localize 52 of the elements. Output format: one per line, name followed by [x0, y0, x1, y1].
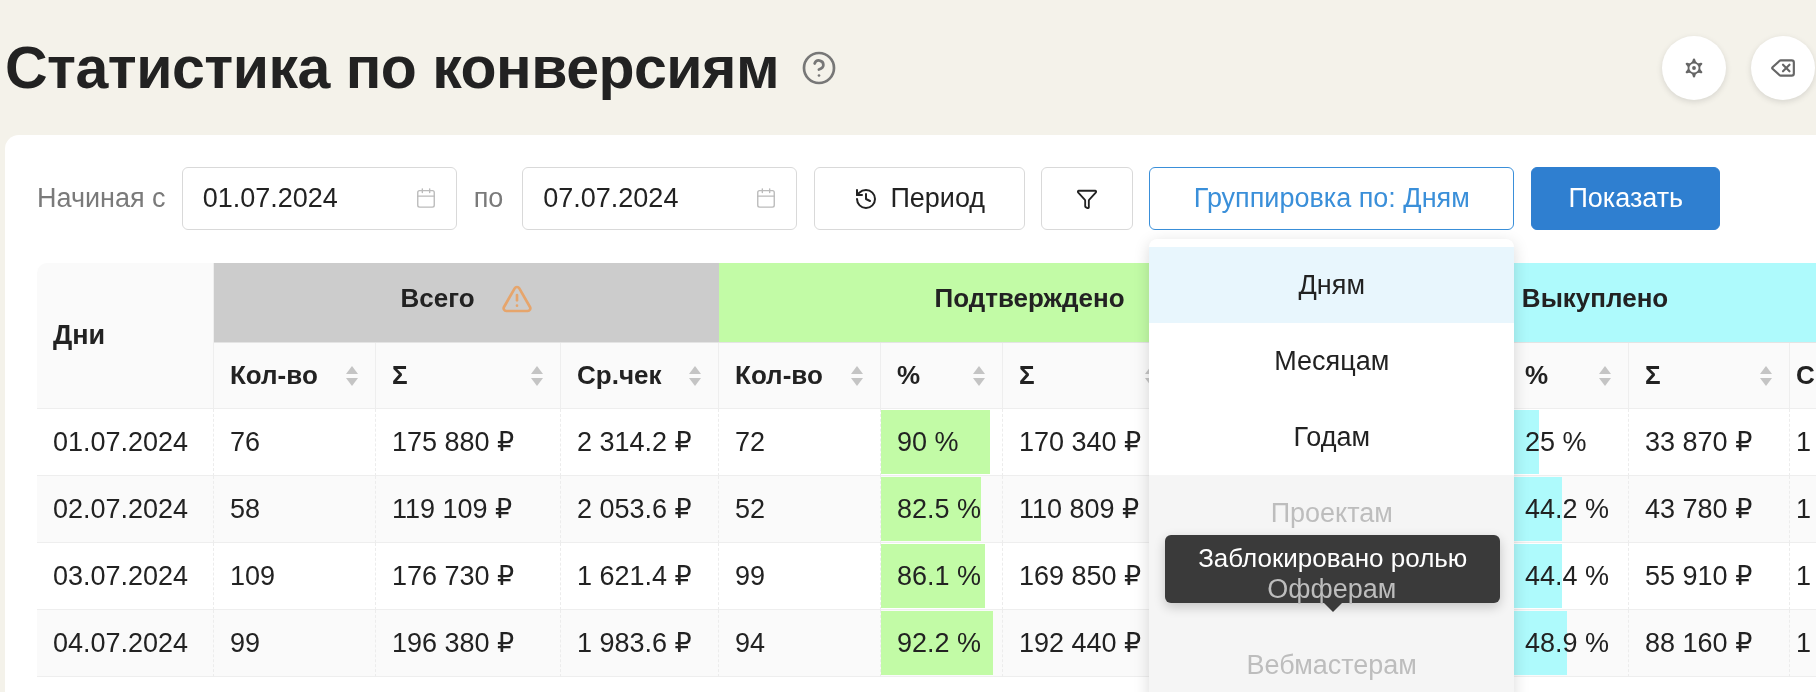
table-cell: 1 983.6 ₽	[561, 610, 719, 677]
column-label: %	[1525, 360, 1549, 391]
start-date-field[interactable]: 01.07.2024	[181, 167, 457, 230]
group-label: Подтверждено	[934, 283, 1125, 314]
column-label: Σ	[1645, 360, 1661, 391]
filter-button[interactable]	[1041, 167, 1134, 230]
column-header: Дни	[37, 263, 214, 409]
group-label: Всего	[400, 283, 475, 314]
menu-item[interactable]: Месяцам	[1274, 345, 1390, 377]
table-cell: 88 160 ₽	[1629, 610, 1791, 677]
start-date-label: Начиная с	[37, 183, 166, 214]
percent-value: 44.4 %	[1525, 560, 1610, 591]
column-label: Σ	[392, 360, 408, 391]
column-label: %	[897, 360, 921, 391]
group-label: Выкуплено	[1521, 283, 1669, 314]
column-label: С	[1796, 360, 1815, 391]
header-cell[interactable]: Σ	[376, 343, 561, 409]
header-cell[interactable]: Σ	[1629, 343, 1791, 409]
table-cell: 196 380 ₽	[376, 610, 561, 677]
page-title: Статистика по конверсиям	[5, 33, 780, 102]
percent-value: 90 %	[897, 426, 959, 457]
column-label: Кол-во	[230, 360, 318, 391]
percent-value: 48.9 %	[1525, 627, 1610, 658]
column-label: Ср.чек	[577, 360, 662, 391]
show-button[interactable]: Показать	[1531, 167, 1721, 230]
header-cell[interactable]: Ср.чек	[561, 343, 719, 409]
menu-item[interactable]: Дням	[1298, 269, 1365, 301]
clear-button[interactable]	[1751, 35, 1815, 100]
header-cell[interactable]: %	[881, 343, 1003, 409]
percent-value: 82.5 %	[897, 493, 982, 524]
percent-value: 25 %	[1525, 426, 1587, 457]
filter-icon	[1076, 187, 1099, 210]
column-label: Σ	[1019, 360, 1035, 391]
header-cell[interactable]: Кол-во	[214, 343, 376, 409]
table-cell: 04.07.2024	[37, 610, 214, 677]
percent-value: 86.1 %	[897, 560, 982, 591]
column-label: Кол-во	[735, 360, 823, 391]
table-cell: 99	[214, 610, 376, 677]
end-date-label: по	[473, 183, 504, 214]
header-cell[interactable]: С	[1790, 343, 1816, 409]
settings-button[interactable]	[1662, 35, 1726, 100]
percent-value: 44.2 %	[1525, 493, 1610, 524]
percent-value: 92.2 %	[897, 627, 982, 658]
period-button[interactable]: Период	[814, 167, 1026, 230]
end-date-field[interactable]: 07.07.2024	[522, 167, 798, 230]
calendar-icon	[755, 187, 778, 209]
menu-item[interactable]: Годам	[1293, 421, 1371, 453]
clock-icon	[854, 186, 879, 211]
table-cell: 1	[1790, 610, 1816, 677]
help-icon[interactable]	[801, 49, 838, 86]
calendar-icon	[414, 187, 437, 209]
header-cell[interactable]: Кол-во	[719, 343, 881, 409]
